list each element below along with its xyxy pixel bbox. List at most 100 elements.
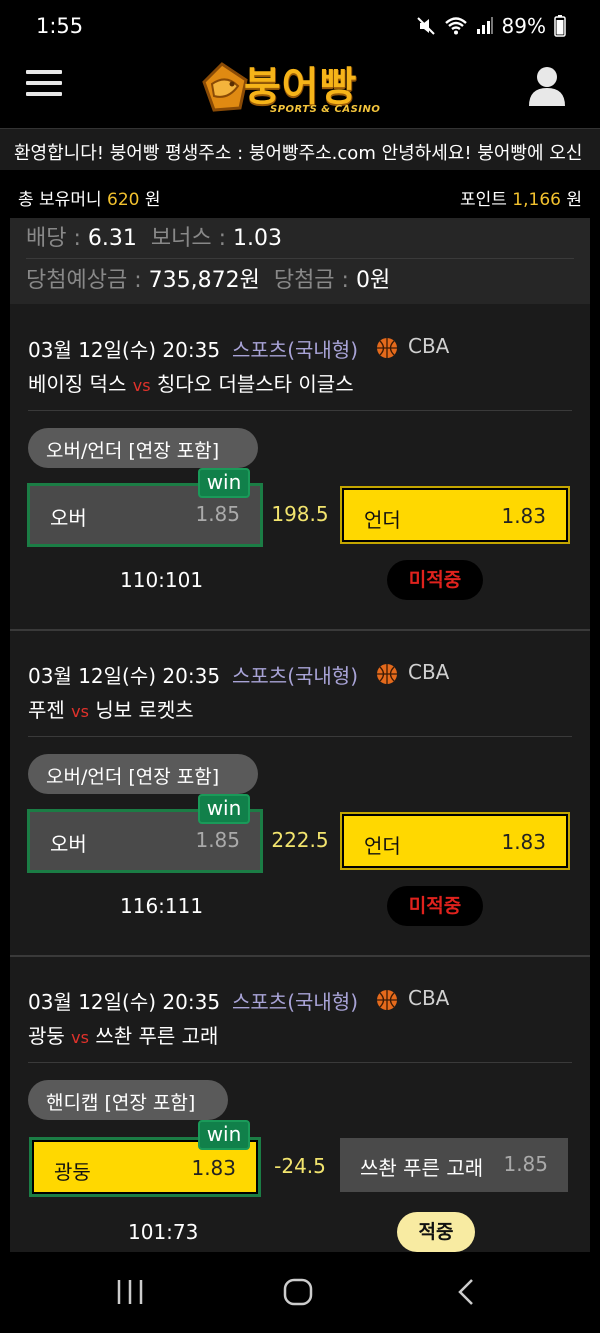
user-profile-icon[interactable] [528, 66, 566, 106]
market-type: 오버/언더 [연장 포함] [28, 428, 258, 468]
bet-item: 03월 12일(수) 20:35 스포츠(국내형) CBA 푸젠 vs 닝보 로… [10, 630, 590, 955]
point-balance: 포인트 1,166 원 [460, 185, 582, 210]
market-type: 핸디캡 [연장 포함] [28, 1080, 228, 1120]
odds-label: 배당 : [26, 226, 88, 251]
final-score: 116:111 [120, 894, 204, 918]
system-nav-bar [0, 1252, 600, 1333]
signal-icon [476, 16, 494, 36]
home-team: 광둥 [28, 1024, 65, 1048]
result-badge: 미적중 [387, 560, 483, 600]
option-odds: 1.85 [503, 1152, 548, 1176]
vs-label: vs [71, 702, 89, 721]
notice-ticker: 환영합니다! 붕어빵 평생주소 : 붕어빵주소.com 안녕하세요! 붕어빵에 … [0, 128, 600, 170]
win-tag: win [198, 468, 250, 498]
divider [26, 258, 574, 259]
divider [28, 1062, 572, 1063]
money-unit: 원 [144, 190, 161, 210]
bet-summary: 배당 : 6.31 보너스 : 1.03 당첨예상금 : 735,872원 당첨… [10, 218, 590, 304]
line-value: 198.5 [271, 502, 329, 526]
bonus-label: 보너스 : [150, 226, 233, 251]
away-team: 칭다오 더블스타 이글스 [156, 372, 354, 396]
option-odds: 1.83 [501, 830, 546, 854]
option-label: 오버 [50, 506, 87, 530]
hamburger-menu-icon[interactable] [26, 70, 62, 100]
option-odds: 1.85 [195, 502, 240, 526]
money-balance: 총 보유머니 620 원 [18, 185, 161, 210]
recent-apps-icon[interactable] [116, 1272, 144, 1312]
status-icons: 89% [416, 14, 566, 38]
app-header: 붕어빵 SPORTS & CASINO [0, 56, 600, 120]
option-odds: 1.83 [191, 1156, 236, 1180]
win-amount-value: 0원 [355, 268, 391, 293]
battery-icon [554, 15, 566, 37]
match-date: 03월 12일(수) 20:35 [28, 664, 221, 688]
payout-line: 당첨예상금 : 735,872원 당첨금 : 0원 [26, 262, 390, 294]
option-label: 언더 [364, 508, 401, 532]
sport-category: 스포츠(국내형) [232, 664, 359, 688]
vs-label: vs [132, 376, 151, 395]
match-teams: 푸젠 vs 닝보 로켓츠 [28, 694, 194, 723]
odds-value: 6.31 [87, 226, 137, 251]
basketball-icon [377, 990, 397, 1010]
logo-subtitle: SPORTS & CASINO [270, 104, 381, 115]
option-label: 광둥 [54, 1160, 91, 1184]
vs-label: vs [71, 1028, 89, 1047]
ticker-text: 환영합니다! 붕어빵 평생주소 : 붕어빵주소.com 안녕하세요! 붕어빵에 … [14, 143, 583, 164]
league-name: CBA [408, 334, 450, 358]
option-label: 오버 [50, 832, 87, 856]
point-value: 1,166 [512, 190, 561, 210]
bet-item: 03월 12일(수) 20:35 스포츠(국내형) CBA 광둥 vs 쓰촨 푸… [10, 956, 590, 1252]
sport-category: 스포츠(국내형) [232, 990, 359, 1014]
line-value: -24.5 [274, 1154, 326, 1178]
status-time: 1:55 [36, 14, 84, 38]
basketball-icon [377, 338, 397, 358]
point-unit: 원 [566, 190, 582, 210]
expected-value: 735,872원 [148, 268, 260, 293]
expected-label: 당첨예상금 : [26, 268, 149, 293]
money-value: 620 [107, 190, 140, 210]
divider [28, 410, 572, 411]
away-team: 쓰촨 푸른 고래 [95, 1024, 219, 1048]
divider [28, 736, 572, 737]
wifi-icon [444, 16, 468, 36]
bet-option-under[interactable]: 언더 1.83 [340, 812, 570, 870]
sport-category: 스포츠(국내형) [232, 338, 359, 362]
home-team: 베이징 덕스 [28, 372, 127, 396]
win-amount-label: 당첨금 : [273, 268, 356, 293]
option-label: 언더 [364, 834, 401, 858]
battery-percent: 89% [501, 14, 546, 38]
basketball-icon [377, 664, 397, 684]
balance-bar: 총 보유머니 620 원 포인트 1,166 원 [0, 170, 600, 218]
bonus-value: 1.03 [233, 226, 282, 251]
market-type: 오버/언더 [연장 포함] [28, 754, 258, 794]
option-odds: 1.85 [195, 828, 240, 852]
bet-slip-content[interactable]: 배당 : 6.31 보너스 : 1.03 당첨예상금 : 735,872원 당첨… [10, 218, 590, 1252]
result-badge: 적중 [397, 1212, 475, 1252]
bet-option-under[interactable]: 언더 1.83 [340, 486, 570, 544]
odds-bonus-line: 배당 : 6.31 보너스 : 1.03 [26, 220, 282, 252]
away-team: 닝보 로켓츠 [95, 698, 194, 722]
home-icon[interactable] [282, 1272, 314, 1312]
final-score: 101:73 [128, 1220, 199, 1244]
line-value: 222.5 [271, 828, 329, 852]
match-teams: 베이징 덕스 vs 칭다오 더블스타 이글스 [28, 368, 354, 397]
match-date: 03월 12일(수) 20:35 [28, 990, 221, 1014]
mute-icon [416, 16, 436, 36]
home-team: 푸젠 [28, 698, 65, 722]
site-logo[interactable]: 붕어빵 SPORTS & CASINO [200, 56, 410, 120]
option-label: 쓰촨 푸른 고래 [360, 1156, 484, 1180]
final-score: 110:101 [120, 568, 204, 592]
match-teams: 광둥 vs 쓰촨 푸른 고래 [28, 1020, 218, 1049]
league-name: CBA [408, 660, 450, 684]
bet-item: 03월 12일(수) 20:35 스포츠(국내형) CBA 베이징 덕스 vs … [10, 304, 590, 629]
back-icon[interactable] [454, 1272, 478, 1312]
match-date: 03월 12일(수) 20:35 [28, 338, 221, 362]
money-label: 총 보유머니 [18, 190, 102, 210]
result-badge: 미적중 [387, 886, 483, 926]
bet-option-away[interactable]: 쓰촨 푸른 고래 1.85 [340, 1138, 568, 1192]
win-tag: win [198, 794, 250, 824]
league-name: CBA [408, 986, 450, 1010]
win-tag: win [198, 1120, 250, 1150]
option-odds: 1.83 [501, 504, 546, 528]
system-status-bar: 1:55 89% [0, 0, 600, 56]
